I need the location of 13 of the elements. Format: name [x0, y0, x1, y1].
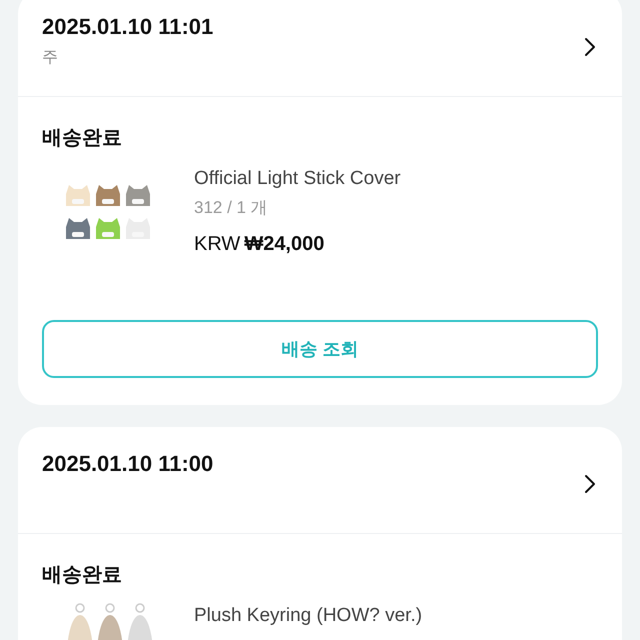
chevron-right-icon[interactable]: [584, 37, 596, 57]
delivery-status: 배송완료: [42, 563, 123, 588]
order-date: 2025.01.10 11:01: [42, 14, 214, 40]
order-date: 2025.01.10 11:00: [42, 451, 214, 477]
product-price: ₩24,000: [244, 232, 324, 257]
order-subtitle: 주: [42, 48, 59, 68]
product-name: Plush Keyring (HOW? ver.): [194, 604, 422, 628]
product-name: Official Light Stick Cover: [194, 167, 401, 191]
currency-code: KRW: [194, 232, 240, 257]
track-delivery-button[interactable]: 배송 조회: [42, 320, 598, 378]
delivery-status: 배송완료: [42, 126, 123, 151]
chevron-right-icon[interactable]: [584, 474, 596, 494]
product-option: 312 / 1 개: [194, 197, 401, 219]
